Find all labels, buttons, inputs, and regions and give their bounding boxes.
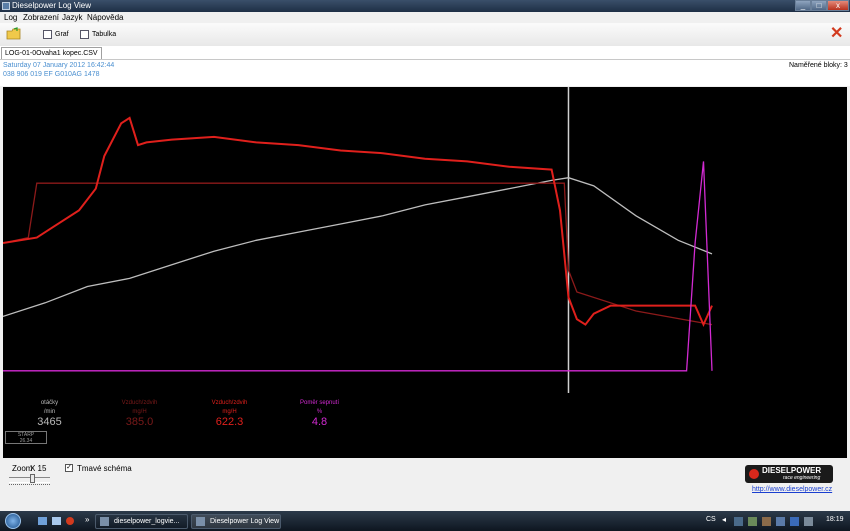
menu-log[interactable]: Log bbox=[4, 13, 17, 22]
browser-quicklaunch-icon[interactable] bbox=[66, 517, 74, 525]
graph-button-label: Graf bbox=[55, 31, 69, 38]
maximize-button[interactable]: □ bbox=[811, 0, 827, 11]
language-indicator[interactable]: CS bbox=[706, 516, 716, 523]
zoom-slider-ticks bbox=[9, 484, 50, 485]
menu-bar: Log Zobrazení Jazyk Nápověda bbox=[0, 12, 850, 23]
bottom-panel: Zoom X 15 ✓ Tmavé schéma DIESELPOWER rac… bbox=[0, 459, 850, 498]
readout-duty-cycle-label: Poměr sepnutí bbox=[299, 400, 340, 406]
logo-brand-tag: race engineering bbox=[783, 475, 821, 481]
taskbar-item-logview-app-label: Dieselpower Log View bbox=[210, 518, 280, 525]
readout-air-actual-label: Vzduch/zdvih bbox=[211, 400, 248, 406]
series-line-0 bbox=[2, 177, 713, 318]
starp-indicator: STARP 26.34 bbox=[5, 431, 47, 444]
menu-jazyk[interactable]: Jazyk bbox=[62, 13, 82, 22]
table-button-label: Tabulka bbox=[92, 31, 117, 38]
explorer-quicklaunch-icon[interactable] bbox=[52, 517, 61, 525]
tray-icon-3[interactable] bbox=[762, 517, 771, 526]
series-line-1 bbox=[2, 182, 713, 326]
info-panel: Saturday 07 January 2012 16:42:44 038 90… bbox=[0, 60, 850, 86]
window-close-button[interactable]: x bbox=[827, 0, 849, 11]
title-bar: Dieselpower Log View _ □ x bbox=[0, 0, 850, 12]
chart-icon bbox=[43, 29, 52, 39]
readout-duty-cycle-unit: % bbox=[316, 409, 323, 415]
tray-icon-2[interactable] bbox=[748, 517, 757, 526]
tray-expand-icon[interactable]: ◂ bbox=[722, 515, 726, 524]
readout-rpm-label: otáčky bbox=[40, 400, 59, 406]
zoom-value: X 15 bbox=[30, 464, 47, 473]
readout-duty-cycle-value: 4.8 bbox=[311, 416, 328, 428]
taskbar: » dieselpower_logvie... Dieselpower Log … bbox=[0, 511, 850, 531]
readout-air-target-label: Vzduch/zdvih bbox=[121, 400, 158, 406]
readout-duty-cycle: Poměr sepnutí % 4.8 bbox=[275, 397, 364, 429]
graph-button[interactable]: Graf bbox=[43, 27, 69, 42]
tab-strip: LOG-01-0Ovaha1 kopec.CSV bbox=[0, 46, 850, 60]
tab-log-file[interactable]: LOG-01-0Ovaha1 kopec.CSV bbox=[1, 47, 102, 59]
app-icon bbox=[2, 2, 10, 10]
readout-rpm-value: 3465 bbox=[37, 416, 62, 428]
dieselpower-logo: DIESELPOWER race engineering bbox=[745, 465, 833, 483]
tray-icon-1[interactable] bbox=[734, 517, 743, 526]
folder-icon bbox=[100, 517, 109, 526]
taskbar-item-logview-folder[interactable]: dieselpower_logvie... bbox=[95, 514, 188, 529]
readout-rpm-unit: /min bbox=[43, 409, 56, 415]
readout-air-target: Vzduch/zdvih mg/H 385.0 bbox=[95, 397, 184, 429]
start-button[interactable] bbox=[0, 511, 28, 531]
quicklaunch-more-icon[interactable]: » bbox=[85, 515, 89, 524]
readout-air-actual: Vzduch/zdvih mg/H 622.3 bbox=[185, 397, 274, 429]
dark-scheme-checkbox[interactable]: ✓ bbox=[65, 464, 73, 472]
zoom-slider-thumb[interactable] bbox=[30, 474, 35, 483]
window-title: Dieselpower Log View bbox=[12, 1, 92, 10]
show-desktop-icon[interactable] bbox=[38, 517, 47, 525]
logo-mark-icon bbox=[749, 469, 759, 479]
windows-orb-icon bbox=[5, 513, 21, 529]
network-icon[interactable] bbox=[776, 517, 785, 526]
website-link[interactable]: http://www.dieselpower.cz bbox=[752, 486, 832, 493]
clock[interactable]: 18:19 bbox=[826, 516, 844, 523]
minimize-button[interactable]: _ bbox=[795, 0, 811, 11]
table-icon bbox=[80, 29, 89, 39]
log-date: Saturday 07 January 2012 16:42:44 bbox=[3, 62, 115, 69]
logo-brand-name: DIESELPOWER bbox=[762, 466, 822, 475]
readout-air-target-value: 385.0 bbox=[125, 416, 154, 428]
series-line-3 bbox=[3, 161, 713, 372]
open-folder-button[interactable] bbox=[6, 27, 22, 41]
menu-napoveda[interactable]: Nápověda bbox=[87, 13, 123, 22]
volume-icon[interactable] bbox=[804, 517, 813, 526]
menu-zobrazeni[interactable]: Zobrazení bbox=[23, 13, 59, 22]
dark-scheme-label: Tmavé schéma bbox=[77, 464, 132, 473]
taskbar-item-logview-app[interactable]: Dieselpower Log View bbox=[191, 514, 281, 529]
close-log-icon[interactable]: ✕ bbox=[830, 26, 843, 42]
app-icon bbox=[196, 517, 205, 526]
measured-blocks: Naměřené bloky: 3 bbox=[789, 62, 848, 69]
readout-air-actual-value: 622.3 bbox=[215, 416, 244, 428]
bluetooth-icon[interactable] bbox=[790, 517, 799, 526]
readout-rpm: otáčky /min 3465 bbox=[5, 397, 94, 429]
toolbar: Graf Tabulka ✕ bbox=[0, 23, 850, 47]
ecu-info: 038 906 019 EF G010AG 1478 bbox=[3, 71, 100, 78]
table-button[interactable]: Tabulka bbox=[80, 27, 116, 42]
taskbar-item-logview-folder-label: dieselpower_logvie... bbox=[114, 518, 180, 525]
starp-value: 26.34 bbox=[19, 438, 33, 444]
readout-air-target-unit: mg/H bbox=[132, 409, 147, 415]
readout-air-actual-unit: mg/H bbox=[222, 409, 237, 415]
open-folder-icon bbox=[6, 27, 21, 40]
